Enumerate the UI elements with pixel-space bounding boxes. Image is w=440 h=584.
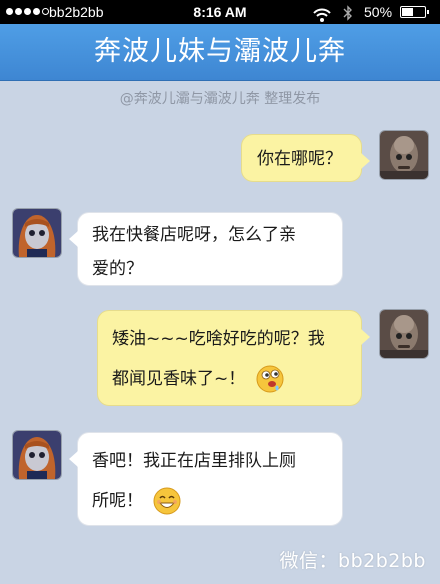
message-bubble-2[interactable]: 我在快餐店呢呀，怎么了亲 爱的？	[69, 212, 343, 286]
message-text-1-line-1: 你在哪呢？	[257, 149, 342, 169]
credit-line: @奔波儿灞与灞波儿奔 整理发布	[119, 91, 321, 107]
avatar-brother[interactable]	[380, 131, 428, 179]
page-title: 奔波儿妹与灞波儿奔	[0, 24, 440, 80]
status-bar: bb2b2bb 8:16 AM 50%	[0, 0, 440, 24]
message-bubble-3[interactable]: 矮油~~~吃啥好吃的呢？我 都闻见香味了~！	[97, 310, 370, 406]
battery-percentage: 50%	[364, 4, 393, 20]
watermark: 微信：bb2b2bb	[279, 550, 426, 572]
message-bubble-4[interactable]: 香吧！我正在店里排队上厕 所呢！	[69, 432, 343, 526]
avatar-brother[interactable]	[380, 310, 428, 358]
message-text-2-line-1: 我在快餐店呢呀，怎么了亲	[92, 225, 296, 245]
smiling-face-icon	[152, 486, 182, 516]
message-text-3-line-1: 矮油~~~吃啥好吃的呢？我	[112, 329, 325, 349]
battery-icon	[400, 6, 429, 18]
message-text-4-line-1: 香吧！我正在店里排队上厕	[92, 451, 296, 471]
message-text-3-line-2: 都闻见香味了~！	[112, 369, 246, 389]
message-text-2-line-2: 爱的？	[92, 259, 143, 279]
avatar-sister[interactable]	[13, 431, 61, 479]
drooling-face-icon	[255, 364, 285, 394]
message-text-4-line-2: 所呢！	[92, 491, 143, 511]
message-bubble-1[interactable]: 你在哪呢？	[241, 134, 370, 182]
avatar-sister[interactable]	[13, 209, 61, 257]
